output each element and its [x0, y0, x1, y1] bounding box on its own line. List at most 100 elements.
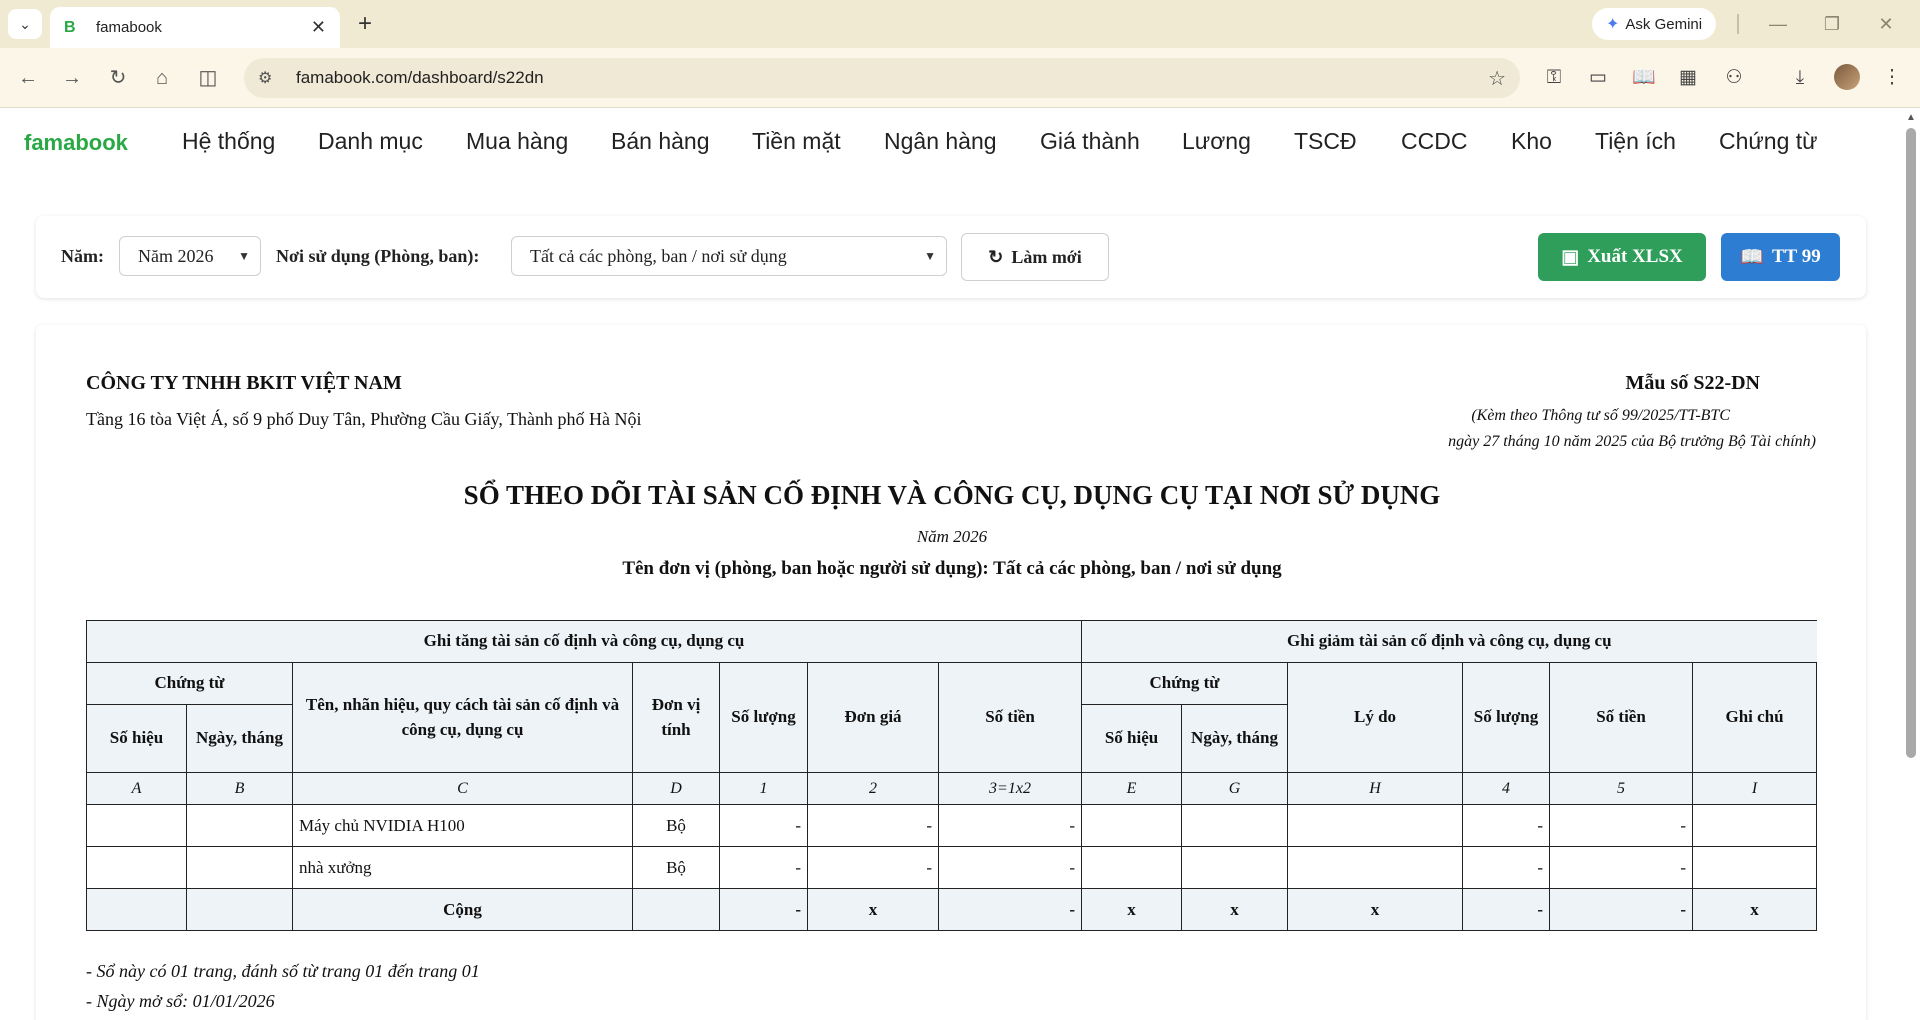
decrease-number-header: Số hiệu: [1081, 704, 1183, 773]
index-cell: 2: [807, 772, 939, 805]
download-icon[interactable]: ⤓: [1784, 62, 1816, 94]
total-quantity: -: [719, 888, 808, 931]
nav-gia-thanh[interactable]: Giá thành: [1040, 128, 1140, 155]
nav-chung-tu[interactable]: Chứng từ: [1719, 128, 1818, 155]
nav-ccdc[interactable]: CCDC: [1401, 128, 1467, 155]
quantity-header: Số lượng: [719, 662, 808, 773]
payment-card-icon[interactable]: ▭: [1582, 62, 1614, 94]
site-settings-icon[interactable]: ⚙: [258, 68, 288, 88]
increase-number-cell: [86, 804, 187, 847]
brand-logo[interactable]: famabook: [24, 130, 128, 156]
refresh-button[interactable]: ↻ Làm mới: [961, 233, 1109, 281]
nav-tien-mat[interactable]: Tiền mặt: [752, 128, 841, 155]
extension-puzzle-icon[interactable]: ⚇: [1718, 62, 1750, 94]
amount-header: Số tiền: [937, 662, 1083, 773]
circular-tt99-button[interactable]: 📖 TT 99: [1721, 233, 1840, 281]
nav-luong[interactable]: Lương: [1182, 128, 1251, 155]
nav-danh-muc[interactable]: Danh mục: [318, 128, 423, 155]
decrease-date-cell: [1181, 804, 1289, 847]
reading-mode-icon[interactable]: 📖: [1628, 62, 1660, 94]
reason-cell: [1287, 846, 1464, 889]
reason-cell: [1287, 804, 1464, 847]
export-xlsx-button[interactable]: ▣ Xuất XLSX: [1538, 233, 1706, 281]
report-year: Năm 2026: [916, 527, 988, 546]
decrease-quantity-header: Số lượng: [1462, 662, 1551, 773]
chevron-down-icon: ▼: [924, 248, 936, 263]
unit-price-cell: -: [807, 846, 939, 889]
split-view-icon[interactable]: ◫: [192, 62, 224, 94]
unit-price-cell: -: [807, 804, 939, 847]
minimize-window-button[interactable]: —: [1758, 8, 1798, 40]
new-tab-button[interactable]: +: [350, 10, 380, 38]
total-empty-cell: [632, 888, 720, 931]
export-xlsx-label: Xuất XLSX: [1587, 246, 1683, 267]
asset-name-cell: nhà xưởng: [292, 846, 633, 889]
excel-file-icon: ▣: [1561, 246, 1580, 268]
increase-voucher-header: Chứng từ: [86, 662, 293, 705]
uom-header: Đơn vị tính: [632, 662, 720, 773]
increase-number-cell: [86, 846, 187, 889]
total-price: x: [807, 888, 939, 931]
note-header: Ghi chú: [1692, 662, 1818, 773]
browser-toolbar: ← → ↻ ⌂ ◫ ⚙ famabook.com/dashboard/s22dn…: [0, 48, 1920, 108]
year-select[interactable]: Năm 2026 ▼: [119, 236, 261, 276]
nav-mua-hang[interactable]: Mua hàng: [466, 128, 568, 155]
close-tab-icon[interactable]: ✕: [311, 17, 326, 38]
chevron-down-icon: ▼: [238, 248, 250, 263]
increase-date-cell: [186, 804, 293, 847]
tab-search-button[interactable]: ⌄: [8, 9, 42, 39]
table-extension-icon[interactable]: ▦: [1672, 62, 1704, 94]
total-row: Cộng - x - x x x - - x: [86, 888, 1818, 931]
bookmark-star-icon[interactable]: ☆: [1488, 66, 1506, 91]
nav-ban-hang[interactable]: Bán hàng: [611, 128, 709, 155]
scroll-thumb[interactable]: [1906, 128, 1916, 758]
index-cell: E: [1081, 772, 1183, 805]
index-cell: D: [632, 772, 720, 805]
note-page-count: - Sổ này có 01 trang, đánh số từ trang 0…: [86, 961, 480, 981]
nav-ngan-hang[interactable]: Ngân hàng: [884, 128, 997, 155]
amount-cell: -: [937, 846, 1083, 889]
nav-tscd[interactable]: TSCĐ: [1294, 128, 1357, 155]
famabook-favicon-icon: B: [64, 18, 76, 36]
profile-avatar[interactable]: [1834, 64, 1860, 90]
forward-arrow-icon[interactable]: →: [56, 62, 88, 94]
quantity-cell: -: [719, 846, 808, 889]
back-arrow-icon[interactable]: ←: [12, 62, 44, 94]
nav-kho[interactable]: Kho: [1511, 128, 1552, 155]
index-cell: G: [1181, 772, 1289, 805]
index-cell: C: [292, 772, 633, 805]
nav-he-thong[interactable]: Hệ thống: [182, 128, 275, 155]
reload-icon[interactable]: ↻: [102, 62, 134, 94]
url-text[interactable]: famabook.com/dashboard/s22dn: [296, 68, 1488, 88]
column-index-row: A B C D 1 2 3=1x2 E G H 4 5 I: [86, 772, 1818, 805]
nav-tien-ich[interactable]: Tiện ích: [1595, 128, 1676, 155]
quantity-cell: -: [719, 804, 808, 847]
close-window-button[interactable]: ✕: [1866, 8, 1906, 40]
total-decrease-number: x: [1081, 888, 1183, 931]
decrease-amount-header: Số tiền: [1549, 662, 1694, 773]
page-scrollbar[interactable]: ▲: [1902, 108, 1920, 1020]
decrease-quantity-cell: -: [1462, 804, 1551, 847]
browser-tab[interactable]: B famabook ✕: [50, 7, 340, 48]
decrease-date-header: Ngày, tháng: [1181, 704, 1289, 773]
total-reason: x: [1287, 888, 1464, 931]
ask-gemini-button[interactable]: ✦ Ask Gemini: [1592, 8, 1717, 40]
total-empty-cell: [186, 888, 293, 931]
department-select[interactable]: Tất cả các phòng, ban / nơi sử dụng ▼: [511, 236, 947, 276]
password-key-icon[interactable]: ⚿: [1538, 62, 1570, 94]
browser-menu-icon[interactable]: ⋮: [1876, 62, 1908, 94]
address-bar[interactable]: ⚙ famabook.com/dashboard/s22dn ☆: [244, 58, 1520, 98]
index-cell: 4: [1462, 772, 1551, 805]
index-cell: 1: [719, 772, 808, 805]
reason-header: Lý do: [1287, 662, 1464, 773]
restore-window-button[interactable]: ❐: [1812, 8, 1852, 40]
ask-gemini-label: Ask Gemini: [1625, 15, 1703, 33]
scroll-up-arrow-icon[interactable]: ▲: [1906, 112, 1916, 123]
department-label: Nơi sử dụng (Phòng, ban):: [276, 246, 480, 266]
total-decrease-date: x: [1181, 888, 1289, 931]
decrease-date-cell: [1181, 846, 1289, 889]
total-note: x: [1692, 888, 1818, 931]
circular-tt99-label: TT 99: [1771, 246, 1821, 267]
index-cell: I: [1692, 772, 1818, 805]
home-icon[interactable]: ⌂: [146, 62, 178, 94]
